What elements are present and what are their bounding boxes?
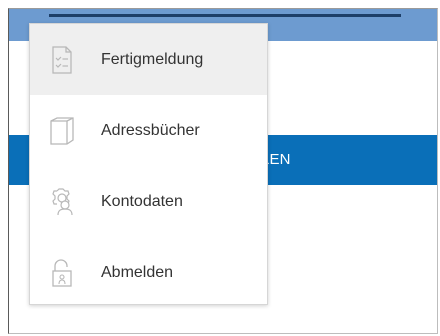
header-accent-line (49, 14, 401, 17)
menu-item-label: Adressbücher (101, 121, 200, 139)
logout-lock-icon (48, 258, 76, 288)
menu-item-label: Abmelden (101, 263, 174, 281)
menu-item-kontodaten[interactable]: Kontodaten (30, 166, 267, 237)
menu-item-fertigmeldung[interactable]: Fertigmeldung (30, 24, 267, 95)
menu-item-adressbuecher[interactable]: Adressbücher (30, 95, 267, 166)
account-settings-icon (48, 187, 76, 217)
menu-item-abmelden[interactable]: Abmelden (30, 237, 267, 308)
menu-item-label: Kontodaten (101, 192, 183, 210)
checklist-icon (48, 45, 76, 75)
user-dropdown-menu: Fertigmeldung Adressbücher Kontodaten Ab… (29, 23, 268, 305)
menu-item-label: Fertigmeldung (101, 50, 204, 68)
address-book-icon (48, 116, 76, 146)
app-window: FÜLLEN Fertigmeldung (8, 8, 438, 334)
